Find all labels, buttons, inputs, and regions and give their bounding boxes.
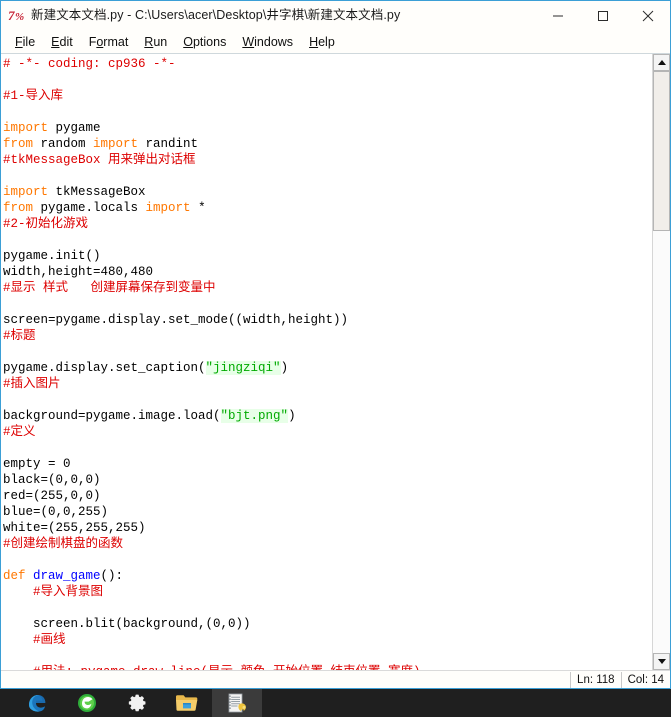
menu-item-windows[interactable]: Windows [234, 32, 301, 52]
status-line-number: Ln: 118 [570, 671, 621, 688]
code-line: width,height=480,480 [3, 265, 154, 279]
code-line: white=(255,255,255) [3, 521, 146, 535]
360-browser-icon [78, 694, 96, 712]
code-line: pygame.init() [3, 249, 101, 263]
code-line: import tkMessageBox [3, 185, 146, 199]
taskbar-item-settings-gear-icon[interactable] [112, 689, 162, 717]
code-line: background=pygame.image.load("bjt.png") [3, 409, 296, 423]
file-explorer-icon [176, 695, 198, 711]
menu-item-help[interactable]: Help [301, 32, 343, 52]
code-line: #定义 [3, 425, 36, 439]
menu-item-format[interactable]: Format [81, 32, 137, 52]
title-bar: 7 % 新建文本文档.py - C:\Users\acer\Desktop\井字… [1, 1, 670, 30]
status-bar: Ln: 118 Col: 14 [1, 670, 670, 688]
code-line: pygame.display.set_caption("jingziqi") [3, 361, 289, 375]
close-button[interactable] [625, 1, 670, 30]
code-line: #显示 样式 创建屏幕保存到变量中 [3, 281, 216, 295]
code-lines: # -*- coding: cp936 -*- #1-导入库 import py… [3, 56, 652, 670]
code-line: from pygame.locals import * [3, 201, 206, 215]
editor-area: # -*- coding: cp936 -*- #1-导入库 import py… [1, 54, 670, 670]
menu-item-file[interactable]: File [7, 32, 43, 52]
settings-gear-icon [128, 694, 145, 711]
taskbar-item-360-browser-icon[interactable] [62, 689, 112, 717]
code-line: #画线 [33, 633, 66, 647]
status-column-number: Col: 14 [620, 671, 670, 688]
code-line: #插入图片 [3, 377, 61, 391]
code-line: red=(255,0,0) [3, 489, 101, 503]
code-line: screen.blit(background,(0,0)) [3, 617, 251, 631]
idle-editor-window: 7 % 新建文本文档.py - C:\Users\acer\Desktop\井字… [0, 0, 671, 689]
scrollbar-thumb[interactable] [653, 71, 670, 231]
code-line: #用法: pygame.draw.line(显示,颜色,开始位置,结束位置,宽度… [3, 664, 652, 670]
windows-taskbar [0, 689, 671, 717]
idle-python-icon: 7 % [8, 7, 25, 24]
menu-bar: File Edit Format Run Options Windows Hel… [1, 30, 670, 54]
taskbar-status-overlay [667, 689, 671, 717]
minimize-button[interactable] [535, 1, 580, 30]
vertical-scrollbar[interactable] [652, 54, 670, 670]
svg-text:7: 7 [8, 8, 15, 23]
python-idle-icon [228, 693, 246, 713]
taskbar-item-file-explorer-icon[interactable] [162, 689, 212, 717]
taskbar-item-python-idle-icon[interactable] [212, 689, 262, 717]
code-line: from random import randint [3, 137, 199, 151]
menu-item-run[interactable]: Run [136, 32, 175, 52]
code-line: # -*- coding: cp936 -*- [3, 57, 176, 71]
code-line: import pygame [3, 121, 101, 135]
code-line: #tkMessageBox 用来弹出对话框 [3, 153, 196, 167]
code-line: blue=(0,0,255) [3, 505, 109, 519]
code-line: screen=pygame.display.set_mode((width,he… [3, 313, 349, 327]
svg-text:%: % [15, 11, 24, 23]
maximize-button[interactable] [580, 1, 625, 30]
code-line: #标题 [3, 329, 36, 343]
menu-item-edit[interactable]: Edit [43, 32, 81, 52]
code-line: black=(0,0,0) [3, 473, 101, 487]
code-line: #1-导入库 [3, 89, 64, 103]
code-line: #2-初始化游戏 [3, 217, 89, 231]
scroll-down-arrow-icon[interactable] [653, 653, 670, 670]
code-line: empty = 0 [3, 457, 71, 471]
edge-browser-icon [29, 694, 46, 712]
code-line: #创建绘制棋盘的函数 [3, 537, 124, 551]
code-text-area[interactable]: # -*- coding: cp936 -*- #1-导入库 import py… [1, 54, 652, 670]
menu-item-options[interactable]: Options [175, 32, 234, 52]
taskbar-item-edge-browser-icon[interactable] [12, 689, 62, 717]
code-line: #导入背景图 [33, 585, 104, 599]
scroll-up-arrow-icon[interactable] [653, 54, 670, 71]
code-line: def draw_game(): [3, 569, 124, 583]
window-title: 新建文本文档.py - C:\Users\acer\Desktop\井字棋\新建… [31, 8, 401, 22]
